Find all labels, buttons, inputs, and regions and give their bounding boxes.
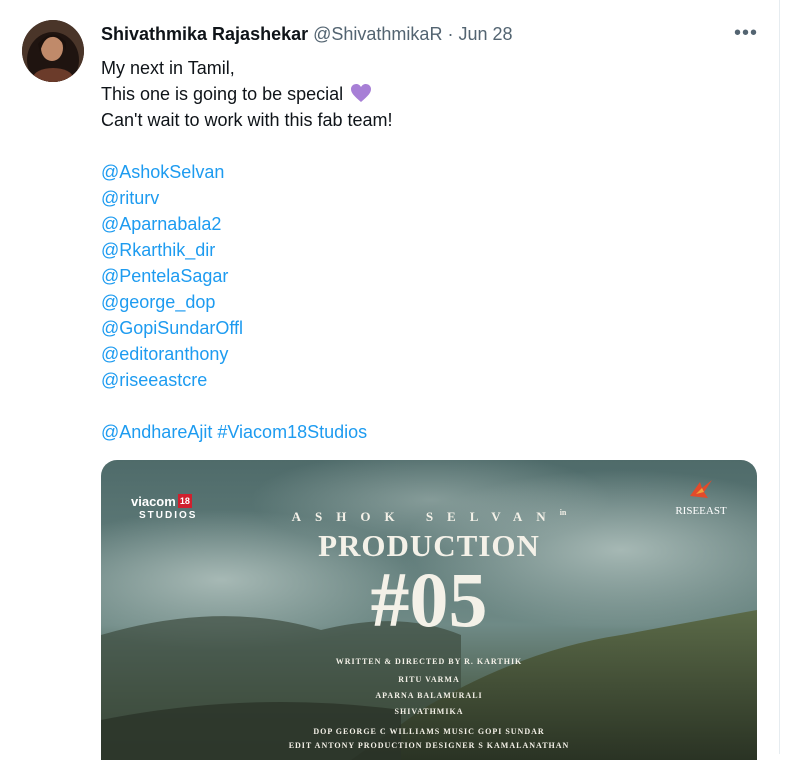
viacom-wordmark: viacom xyxy=(131,494,176,509)
mention-link[interactable]: @george_dop xyxy=(101,292,215,312)
poster-overlay: viacom 18 STUDIOS RISEEAST ASHOK SELVANin… xyxy=(101,460,757,760)
poster-cast-3: SHIVATHMIKA xyxy=(394,707,464,716)
poster-crew-1: DOP GEORGE C WILLIAMS MUSIC GOPI SUNDAR xyxy=(313,727,545,736)
tweet-header: Shivathmika Rajashekar @ShivathmikaR · J… xyxy=(101,24,513,45)
mention-link[interactable]: @PentelaSagar xyxy=(101,266,228,286)
tweet-date[interactable]: Jun 28 xyxy=(458,24,512,44)
poster-number: #05 xyxy=(370,556,488,643)
tweet[interactable]: Shivathmika Rajashekar @ShivathmikaR · J… xyxy=(0,0,779,760)
mention-link[interactable]: @Aparnabala2 xyxy=(101,214,221,234)
poster-actor: ASHOK SELVANin xyxy=(101,508,757,525)
mention-link[interactable]: @riturv xyxy=(101,188,159,208)
mention-link[interactable]: @AndhareAjit xyxy=(101,422,212,442)
mention-link[interactable]: @AshokSelvan xyxy=(101,162,224,182)
mention-link[interactable]: @GopiSundarOffl xyxy=(101,318,243,338)
poster-cast-1: RITU VARMA xyxy=(398,675,460,684)
text-line: This one is going to be special xyxy=(101,84,344,104)
mention-link[interactable]: @Rkarthik_dir xyxy=(101,240,215,260)
poster-cast-2: APARNA BALAMURALI xyxy=(375,691,483,700)
hashtag-link[interactable]: #Viacom18Studios xyxy=(217,422,367,442)
mention-link[interactable]: @riseeastcre xyxy=(101,370,207,390)
text-line: Can't wait to work with this fab team! xyxy=(101,110,393,130)
tweet-media-image[interactable]: viacom 18 STUDIOS RISEEAST ASHOK SELVANin… xyxy=(101,460,757,760)
author-name[interactable]: Shivathmika Rajashekar xyxy=(101,24,308,44)
more-options-icon[interactable]: ••• xyxy=(734,22,758,45)
poster-director-credit: WRITTEN & DIRECTED BY R. KARTHIK xyxy=(335,657,523,666)
actor-name: ASHOK SELVAN xyxy=(291,509,560,524)
bird-logo-icon xyxy=(690,480,712,498)
separator-dot: · xyxy=(447,24,454,44)
timeline-border xyxy=(779,0,780,754)
text-line: My next in Tamil, xyxy=(101,58,235,78)
poster-crew-2: EDIT ANTONY PRODUCTION DESIGNER S KAMALA… xyxy=(288,741,570,750)
tweet-text: My next in Tamil, This one is going to b… xyxy=(101,55,761,445)
mention-link[interactable]: @editoranthony xyxy=(101,344,228,364)
text-line-with-emoji: This one is going to be special xyxy=(101,81,761,107)
avatar[interactable] xyxy=(22,20,84,82)
author-handle[interactable]: @ShivathmikaR xyxy=(313,24,442,44)
viacom-badge: 18 xyxy=(177,494,192,508)
actor-suffix: in xyxy=(559,508,567,517)
purple-heart-icon xyxy=(350,83,372,110)
